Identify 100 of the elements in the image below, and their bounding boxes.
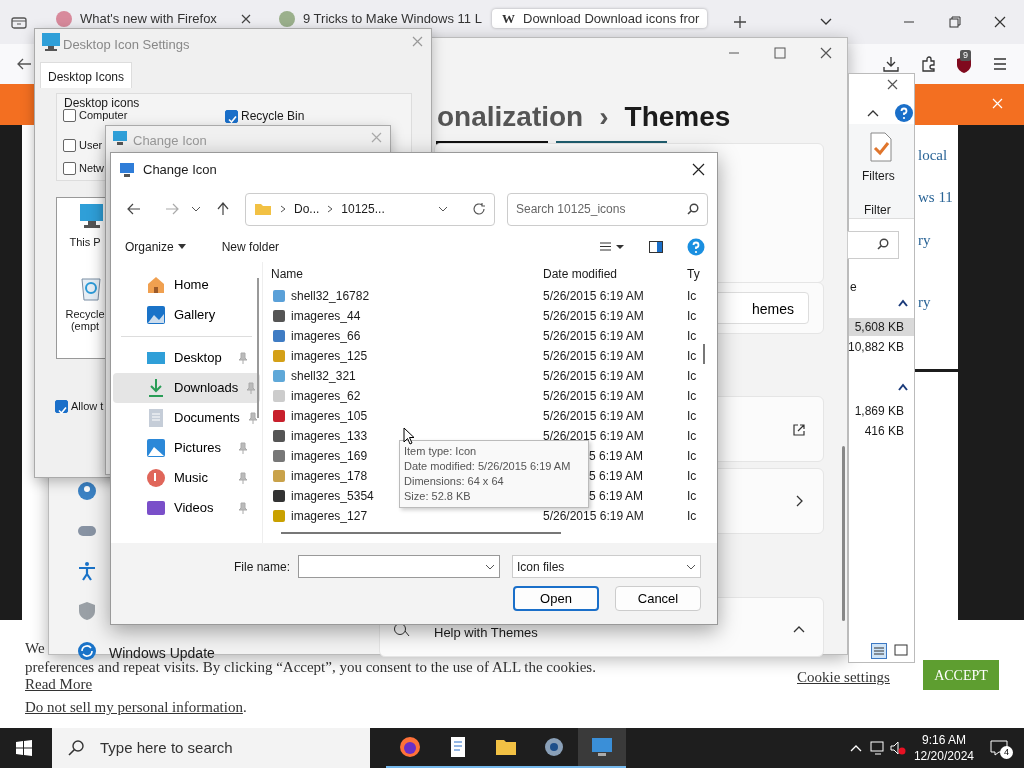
nav-item[interactable]: Pictures xyxy=(113,433,260,463)
nav-item[interactable]: Documents xyxy=(113,403,260,433)
close-icon[interactable] xyxy=(820,47,832,59)
link-text[interactable]: local xyxy=(918,144,948,167)
network-icon[interactable] xyxy=(869,741,886,755)
column-header[interactable]: Ty xyxy=(687,265,700,283)
picture-icon xyxy=(146,438,166,458)
maximize-icon[interactable] xyxy=(774,47,786,59)
accessibility-icon[interactable] xyxy=(77,561,97,581)
file-name[interactable]: imageres_5354 xyxy=(291,487,374,505)
gallery-icon xyxy=(146,305,166,325)
column-header[interactable]: e xyxy=(850,278,857,296)
search-icon[interactable] xyxy=(687,203,699,215)
search-field[interactable]: Search 10125_icons xyxy=(507,192,708,226)
up-arrow-icon[interactable] xyxy=(217,202,229,216)
help-text[interactable]: Help with Themes xyxy=(434,623,538,643)
search-icon[interactable] xyxy=(877,238,889,250)
file-name[interactable]: imageres_62 xyxy=(291,387,361,405)
chevron-down-icon[interactable] xyxy=(191,205,201,213)
dialog-tab[interactable]: Desktop Icons xyxy=(40,62,133,88)
file-name[interactable]: imageres_133 xyxy=(291,427,368,445)
tiles-view-icon[interactable] xyxy=(894,644,908,658)
filter-document-icon[interactable] xyxy=(870,132,892,162)
close-icon[interactable] xyxy=(887,79,898,90)
file-name[interactable]: imageres_127 xyxy=(291,507,368,525)
close-icon[interactable] xyxy=(692,163,705,176)
address-field[interactable]: Do... 10125... xyxy=(245,192,495,226)
column-header[interactable]: Date modified xyxy=(543,265,687,283)
breadcrumb-separator: › xyxy=(599,100,609,134)
restore-icon[interactable] xyxy=(949,16,961,28)
scrollbar-thumb[interactable] xyxy=(703,344,705,364)
download-icon[interactable] xyxy=(883,56,899,72)
file-icon xyxy=(271,388,287,404)
volume-muted-icon[interactable] xyxy=(889,741,906,755)
chevron-down-icon xyxy=(686,562,696,571)
close-icon[interactable] xyxy=(994,16,1006,28)
nav-item[interactable]: Videos xyxy=(113,493,260,523)
new-folder-button[interactable]: New folder xyxy=(215,236,286,258)
link-text[interactable]: ws 11 xyxy=(918,186,953,209)
column-header[interactable]: Name xyxy=(271,265,543,283)
nav-item[interactable]: Desktop xyxy=(113,343,260,373)
icon-label[interactable]: This P xyxy=(65,236,105,248)
checkbox[interactable] xyxy=(55,399,68,413)
nav-item[interactable]: Music xyxy=(113,463,260,493)
external-link-icon[interactable] xyxy=(792,423,806,437)
browser-tab[interactable]: What's new with Firefox xyxy=(46,9,261,28)
back-icon[interactable] xyxy=(16,57,32,71)
scrollbar-thumb[interactable] xyxy=(842,446,845,621)
file-name[interactable]: imageres_66 xyxy=(291,327,361,345)
update-icon[interactable] xyxy=(77,641,97,661)
file-name[interactable]: shell32_16782 xyxy=(291,287,370,305)
preview-pane-icon[interactable] xyxy=(649,241,663,253)
type-cell-text: Ic xyxy=(687,328,697,345)
search-field[interactable] xyxy=(847,231,899,259)
document-icon xyxy=(146,408,166,428)
scrollbar-thumb[interactable] xyxy=(257,278,259,418)
view-options-icon[interactable] xyxy=(599,242,625,252)
file-name[interactable]: imageres_105 xyxy=(291,407,368,425)
type-cell-text: Ic xyxy=(687,348,697,365)
file-name[interactable]: shell32_321 xyxy=(291,367,356,385)
menu-icon[interactable] xyxy=(993,58,1007,70)
link-text[interactable]: ry xyxy=(918,291,931,314)
nav-item[interactable]: Downloads xyxy=(113,373,260,403)
refresh-icon[interactable] xyxy=(472,202,486,216)
taskbar-search-field[interactable]: Type here to search xyxy=(52,728,370,768)
file-icon xyxy=(271,328,287,344)
ribbon-button-label[interactable]: Filters xyxy=(862,169,895,183)
cancel-button[interactable]: Cancel xyxy=(615,586,701,611)
monitor-icon xyxy=(112,130,128,146)
windows-logo-icon[interactable] xyxy=(16,740,32,756)
icon-label[interactable]: Recycle (empt xyxy=(65,308,105,332)
date-cell-text: 5/26/2015 6:19 AM xyxy=(543,408,643,425)
file-icon xyxy=(271,488,287,504)
chevron-up-icon[interactable] xyxy=(849,744,862,752)
user-icon[interactable] xyxy=(77,481,97,501)
file-name[interactable]: imageres_125 xyxy=(291,347,368,365)
browser-tab[interactable]: W Download Download icons fror xyxy=(492,9,707,28)
scrollbar-thumb[interactable] xyxy=(281,532,561,534)
file-name[interactable]: imageres_44 xyxy=(291,307,361,325)
notifications-icon[interactable] xyxy=(990,740,1008,756)
download-icon xyxy=(146,378,166,398)
do-not-sell-link[interactable]: Do not sell my personal information xyxy=(25,699,243,715)
details-view-icon[interactable] xyxy=(871,643,887,659)
chevron-down-icon[interactable] xyxy=(438,205,448,213)
puzzle-icon[interactable] xyxy=(921,56,937,72)
cookie-settings-link[interactable]: Cookie settings xyxy=(797,666,890,689)
open-button[interactable]: Open xyxy=(513,586,599,611)
file-name[interactable]: imageres_178 xyxy=(291,467,368,485)
new-tab-icon[interactable] xyxy=(733,15,747,29)
file-icon xyxy=(271,428,287,444)
file-type-dropdown[interactable]: Icon files xyxy=(512,555,701,578)
file-name-field[interactable] xyxy=(298,555,500,578)
file-name[interactable]: imageres_169 xyxy=(291,447,368,465)
rule-line xyxy=(915,369,958,372)
back-icon[interactable] xyxy=(127,203,141,215)
link-text[interactable]: ry xyxy=(918,229,931,252)
clock[interactable]: 9:16 AM 12/20/2024 xyxy=(913,732,974,764)
close-icon[interactable] xyxy=(241,13,251,24)
breadcrumb-item[interactable]: onalization xyxy=(437,96,584,138)
organize-button[interactable]: Organize xyxy=(119,236,192,258)
